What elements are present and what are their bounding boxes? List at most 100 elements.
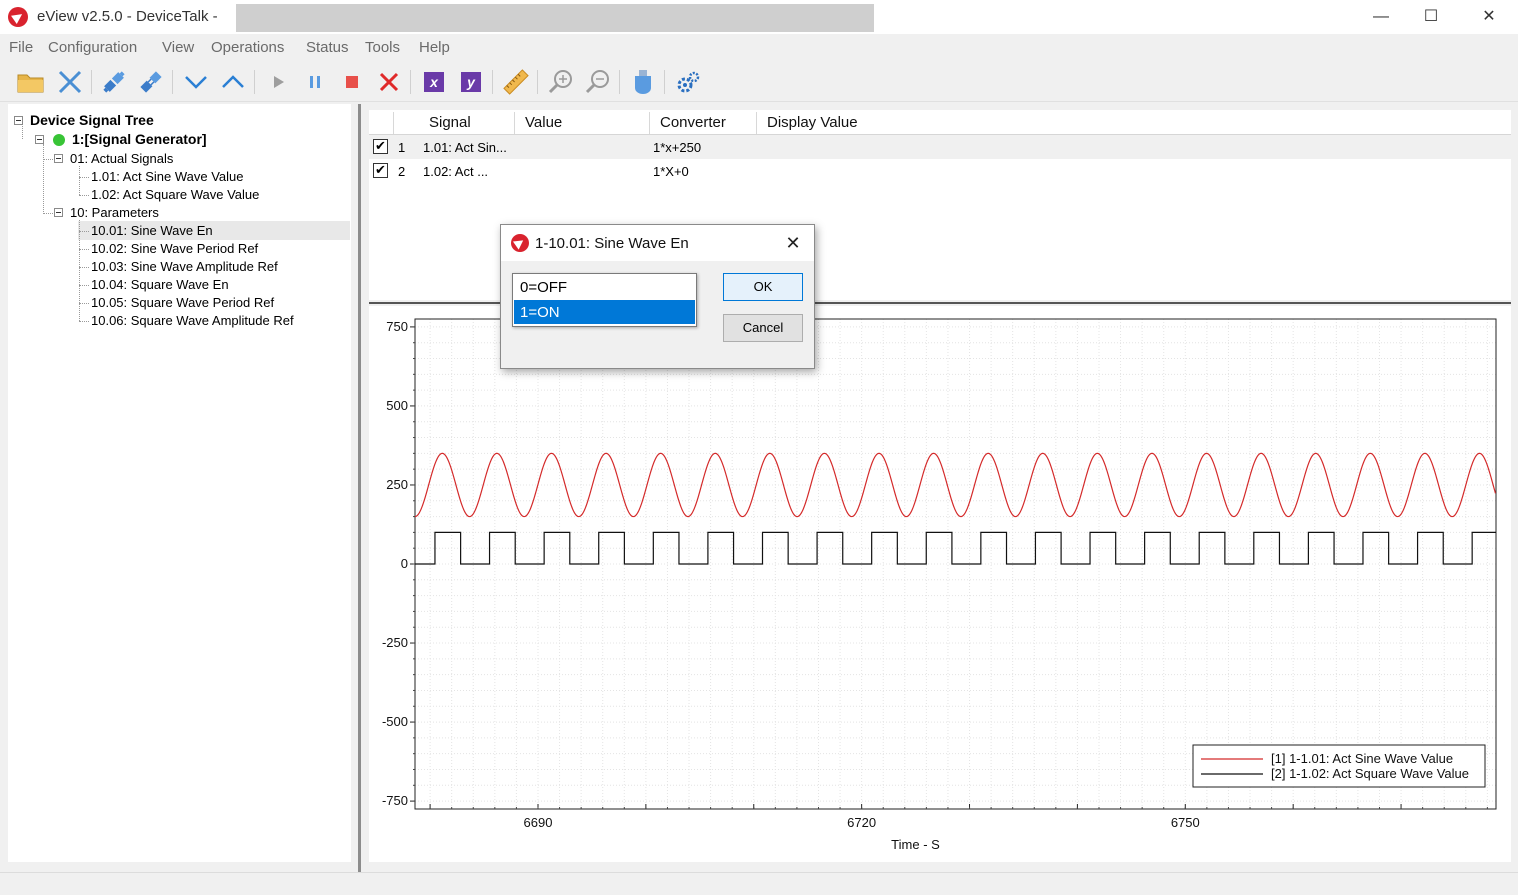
tree-connector [43, 213, 53, 214]
connect-icon[interactable] [100, 68, 128, 96]
delete-icon[interactable] [375, 68, 403, 96]
tree-group-actual-signals[interactable]: 01: Actual Signals [70, 151, 173, 166]
tree-connector [79, 267, 89, 268]
tree-item-10-06[interactable]: 10.06: Square Wave Amplitude Ref [91, 313, 294, 328]
ok-button[interactable]: OK [723, 273, 803, 301]
menu-status[interactable]: Status [306, 39, 349, 56]
plug-icon[interactable] [137, 68, 165, 96]
status-bar [0, 872, 1518, 895]
row-checkbox[interactable]: ✔ [373, 139, 388, 154]
table-row[interactable]: ✔ 1 1.01: Act Sin... 1*x+250 [369, 135, 1511, 159]
tree-item-1-02[interactable]: 1.02: Act Square Wave Value [91, 187, 259, 202]
tree-item-1-01[interactable]: 1.01: Act Sine Wave Value [91, 169, 243, 184]
tree-connector [43, 159, 53, 160]
option-on[interactable]: 1=ON [514, 300, 695, 324]
settings-icon[interactable] [674, 68, 702, 96]
tree-collapse-toggle[interactable] [54, 154, 63, 163]
menu-file[interactable]: File [9, 39, 33, 56]
menu-help[interactable]: Help [419, 39, 450, 56]
tree-connector [79, 166, 80, 195]
tree-collapse-toggle[interactable] [35, 135, 44, 144]
tree-item-10-05[interactable]: 10.05: Square Wave Period Ref [91, 295, 274, 310]
column-divider [393, 112, 394, 134]
tree-connector [79, 195, 89, 196]
row-converter[interactable]: 1*x+250 [653, 140, 701, 155]
x-tick-label: 6720 [847, 815, 876, 830]
redacted-title-region [236, 4, 874, 32]
legend-label-square: [2] 1-1.02: Act Square Wave Value [1271, 766, 1469, 781]
option-off[interactable]: 0=OFF [514, 275, 695, 299]
x-axis-label: x [424, 72, 444, 92]
zoom-out-icon[interactable] [584, 68, 612, 96]
open-folder-icon[interactable] [17, 68, 45, 96]
chart-svg[interactable]: 750 500 250 0 -250 -500 -750 6690 6720 6750 Time -… [369, 306, 1511, 862]
signal-chart[interactable]: 750 500 250 0 -250 -500 -750 6690 6720 6750 Time -… [369, 306, 1511, 862]
tree-connector [79, 231, 89, 232]
tree-connector [79, 321, 89, 322]
column-header-display-value[interactable]: Display Value [767, 110, 858, 134]
tree-collapse-toggle[interactable] [14, 116, 23, 125]
dialog-close-button[interactable]: ✕ [781, 232, 805, 254]
tree-group-parameters[interactable]: 10: Parameters [70, 205, 159, 220]
dialog-title-bar: 1-10.01: Sine Wave En ✕ [501, 225, 814, 261]
menu-tools[interactable]: Tools [365, 39, 400, 56]
stop-icon[interactable] [338, 68, 366, 96]
move-up-icon[interactable] [219, 68, 247, 96]
minimize-button[interactable]: — [1358, 2, 1404, 32]
zoom-in-icon[interactable] [547, 68, 575, 96]
tree-item-10-01[interactable]: 10.01: Sine Wave En [91, 223, 213, 238]
toolbar-separator [91, 70, 92, 94]
column-header-signal[interactable]: Signal [429, 110, 471, 134]
column-header-converter[interactable]: Converter [660, 110, 726, 134]
tree-item-10-03[interactable]: 10.03: Sine Wave Amplitude Ref [91, 259, 278, 274]
option-list[interactable]: 0=OFF 1=ON [512, 273, 697, 327]
column-header-value[interactable]: Value [525, 110, 562, 134]
device-signal-tree: Device Signal Tree 1:[Signal Generator] … [8, 104, 351, 862]
tree-connector [79, 220, 80, 321]
usb-icon[interactable] [629, 68, 657, 96]
toolbar-separator [410, 70, 411, 94]
row-checkbox[interactable]: ✔ [373, 163, 388, 178]
x-axis-title: Time - S [891, 837, 940, 852]
app-logo-icon [8, 7, 28, 27]
parameter-dialog: 1-10.01: Sine Wave En ✕ 0=OFF 1=ON OK Ca… [500, 224, 815, 369]
tree-title[interactable]: Device Signal Tree [30, 112, 154, 128]
tree-connector [79, 303, 89, 304]
table-row[interactable]: ✔ 2 1.02: Act ... 1*X+0 [369, 159, 1511, 183]
cancel-button[interactable]: Cancel [723, 314, 803, 342]
tree-device-node[interactable]: 1:[Signal Generator] [72, 131, 207, 147]
toolbar-separator [619, 70, 620, 94]
row-index: 1 [398, 140, 406, 155]
x-tick-label: 6750 [1171, 815, 1200, 830]
toolbar-separator [254, 70, 255, 94]
toolbar-separator [492, 70, 493, 94]
row-signal: 1.01: Act Sin... [423, 140, 507, 155]
y-axis-icon[interactable]: y [457, 68, 485, 96]
disconnect-icon[interactable] [56, 68, 84, 96]
row-index: 2 [398, 164, 406, 179]
menu-operations[interactable]: Operations [211, 39, 284, 56]
legend-label-sine: [1] 1-1.01: Act Sine Wave Value [1271, 751, 1453, 766]
tree-item-10-02[interactable]: 10.02: Sine Wave Period Ref [91, 241, 258, 256]
pause-icon[interactable] [301, 68, 329, 96]
title-bar: eView v2.5.0 - DeviceTalk - — ☐ ✕ [0, 0, 1518, 34]
close-button[interactable]: ✕ [1466, 2, 1512, 32]
tree-collapse-toggle[interactable] [54, 208, 63, 217]
y-tick-label: -250 [382, 635, 408, 650]
menu-configuration[interactable]: Configuration [48, 39, 137, 56]
toolbar-separator [537, 70, 538, 94]
ruler-icon[interactable] [502, 68, 530, 96]
play-icon[interactable] [264, 68, 292, 96]
device-online-icon [53, 134, 65, 146]
menu-view[interactable]: View [162, 39, 194, 56]
tree-connector [22, 124, 23, 139]
y-tick-label: 500 [386, 398, 408, 413]
tree-item-10-04[interactable]: 10.04: Square Wave En [91, 277, 229, 292]
row-converter[interactable]: 1*X+0 [653, 164, 689, 179]
move-down-icon[interactable] [182, 68, 210, 96]
maximize-button[interactable]: ☐ [1408, 2, 1454, 32]
toolbar-separator [664, 70, 665, 94]
dialog-logo-icon [511, 234, 529, 252]
x-axis-icon[interactable]: x [420, 68, 448, 96]
panel-splitter[interactable] [358, 104, 361, 872]
